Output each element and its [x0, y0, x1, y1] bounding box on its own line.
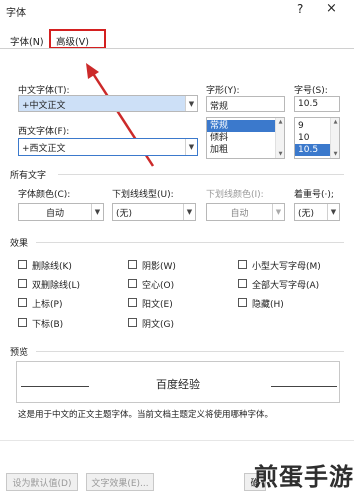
checkbox-icon[interactable] — [238, 279, 247, 288]
style-option[interactable]: 倾斜 — [207, 132, 284, 144]
divider — [36, 351, 344, 352]
checkbox-icon[interactable] — [128, 260, 137, 269]
underline-color-value: 自动 — [230, 209, 249, 219]
all-text-heading: 所有文字 — [10, 171, 47, 181]
checkbox-icon[interactable] — [238, 260, 247, 269]
effect-label: 下标(B) — [32, 320, 64, 330]
size-option[interactable]: 10.5 — [295, 144, 331, 156]
preview-note: 这是用于中文的正文主题字体。当前文档主题定义将使用哪种字体。 — [18, 410, 274, 420]
size-scrollbar[interactable]: ▲ ▼ — [330, 118, 339, 158]
underline-color-select[interactable]: 自动 ▼ — [206, 203, 285, 221]
checkbox-icon[interactable] — [18, 318, 27, 327]
effect-label: 阴文(G) — [142, 320, 174, 330]
divider — [36, 242, 344, 243]
font-color-select[interactable]: 自动 ▼ — [18, 203, 104, 221]
style-option[interactable]: 加粗 — [207, 144, 284, 156]
chevron-down-icon[interactable]: ▼ — [272, 204, 284, 220]
text-effects-button[interactable]: 文字效果(E)... — [86, 473, 154, 491]
effect-label: 双删除线(L) — [32, 281, 81, 291]
chevron-down-icon[interactable]: ▼ — [327, 204, 339, 220]
emphasis-select[interactable]: (无) ▼ — [294, 203, 340, 221]
style-input[interactable]: 常规 — [206, 96, 285, 112]
preview-heading: 预览 — [10, 348, 29, 358]
style-value: 常规 — [210, 102, 229, 112]
style-option[interactable]: 常规 — [207, 120, 276, 132]
chinese-font-value: +中文正文 — [22, 101, 66, 111]
checkbox-icon[interactable] — [128, 279, 137, 288]
size-input[interactable]: 10.5 — [294, 96, 340, 112]
checkbox-icon[interactable] — [128, 318, 137, 327]
underline-style-select[interactable]: (无) ▼ — [112, 203, 196, 221]
underline-style-value: (无) — [116, 209, 133, 219]
font-color-value: 自动 — [45, 209, 64, 219]
chinese-font-select[interactable]: +中文正文 ▼ — [18, 95, 198, 112]
style-list[interactable]: 常规 倾斜 加粗 ▲ ▼ — [206, 117, 285, 159]
chevron-down-icon[interactable]: ▼ — [185, 96, 197, 111]
underline-color-label: 下划线颜色(I): — [206, 190, 264, 200]
effects-heading: 效果 — [10, 239, 29, 249]
effect-label: 阳文(E) — [142, 300, 173, 310]
underline-style-label: 下划线线型(U): — [112, 190, 174, 200]
set-default-button[interactable]: 设为默认值(D) — [6, 473, 78, 491]
emphasis-value: (无) — [298, 209, 315, 219]
font-color-label: 字体颜色(C): — [18, 190, 71, 200]
preview-line-right — [271, 386, 337, 387]
watermark-text: 煎蛋手游 — [254, 463, 354, 491]
chevron-down-icon[interactable]: ▼ — [183, 204, 195, 220]
effect-label: 空心(O) — [142, 281, 175, 291]
effect-label: 删除线(K) — [32, 262, 72, 272]
style-label: 字形(Y): — [206, 86, 240, 96]
checkbox-icon[interactable] — [128, 298, 137, 307]
effect-label: 隐藏(H) — [252, 300, 284, 310]
scroll-down-icon[interactable]: ▼ — [331, 151, 340, 157]
scroll-up-icon[interactable]: ▲ — [331, 119, 340, 125]
style-scrollbar[interactable]: ▲ ▼ — [275, 118, 284, 158]
effect-label: 阴影(W) — [142, 262, 176, 272]
western-font-value: +西文正文 — [22, 144, 66, 154]
size-label: 字号(S): — [294, 86, 328, 96]
checkbox-icon[interactable] — [238, 298, 247, 307]
checkbox-icon[interactable] — [18, 279, 27, 288]
emphasis-label: 着重号(·); — [294, 190, 334, 200]
effect-label: 上标(P) — [32, 300, 63, 310]
checkbox-icon[interactable] — [18, 260, 27, 269]
size-value: 10.5 — [298, 99, 319, 109]
size-list[interactable]: 9 10 10.5 ▲ ▼ — [294, 117, 340, 159]
western-font-select[interactable]: +西文正文 ▼ — [18, 138, 198, 156]
chevron-down-icon[interactable]: ▼ — [91, 204, 103, 220]
effect-label: 全部大写字母(A) — [252, 281, 320, 291]
western-font-label: 西文字体(F): — [18, 127, 70, 137]
scroll-up-icon[interactable]: ▲ — [276, 119, 285, 125]
checkbox-icon[interactable] — [18, 298, 27, 307]
scroll-down-icon[interactable]: ▼ — [276, 151, 285, 157]
preview-box: 百度经验 — [16, 361, 340, 403]
effect-label: 小型大写字母(M) — [252, 262, 321, 272]
annotation-arrow — [86, 63, 155, 167]
divider — [0, 440, 354, 441]
divider — [58, 174, 344, 175]
preview-sample: 百度经验 — [156, 378, 200, 391]
chevron-down-icon[interactable]: ▼ — [185, 139, 197, 155]
